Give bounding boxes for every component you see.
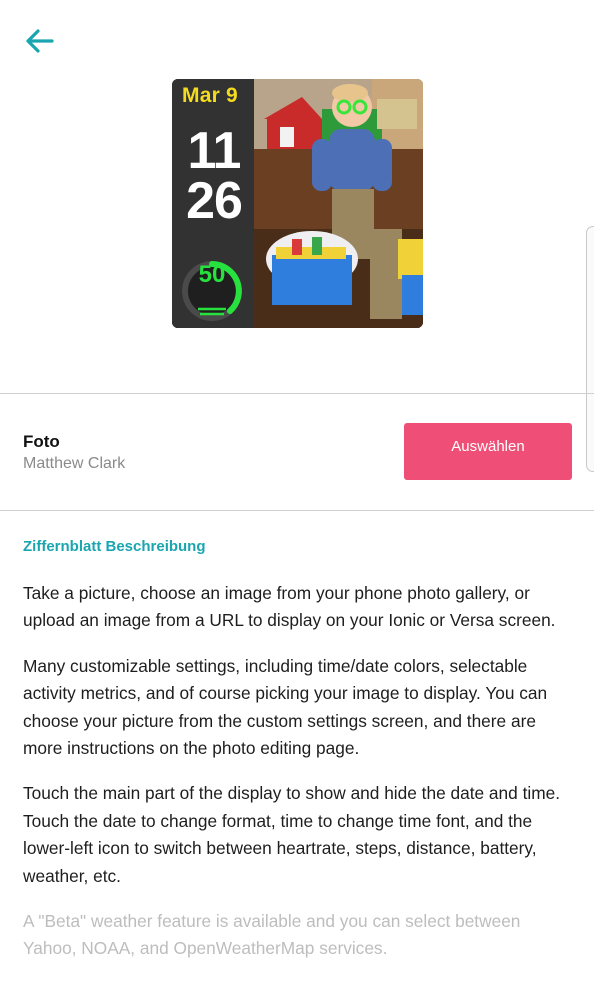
preview-minute: 26 <box>186 172 243 230</box>
preview-metric-value: 50 <box>198 261 226 288</box>
description-heading: Ziffernblatt Beschreibung <box>23 538 206 555</box>
app-title: Foto <box>23 432 60 451</box>
preview-hour: 11 <box>187 122 242 180</box>
back-button[interactable] <box>22 26 56 56</box>
description-paragraph: Take a picture, choose an image from you… <box>23 583 556 631</box>
scroll-edge-handle[interactable] <box>586 226 594 472</box>
select-button[interactable]: Auswählen <box>404 423 572 480</box>
preview-date: Mar 9 <box>182 84 238 107</box>
divider <box>0 393 594 394</box>
app-author: Matthew Clark <box>23 455 126 472</box>
description-body: Take a picture, choose an image from you… <box>23 580 578 981</box>
description-paragraph: Touch the main part of the display to sh… <box>23 783 561 886</box>
divider <box>0 510 594 511</box>
description-paragraph: A "Beta" weather feature is available an… <box>23 911 521 959</box>
description-paragraph: Many customizable settings, including ti… <box>23 655 548 759</box>
arrow-left-icon <box>26 29 54 53</box>
clock-face-preview: Mar 9 11 26 50 <box>172 79 423 328</box>
